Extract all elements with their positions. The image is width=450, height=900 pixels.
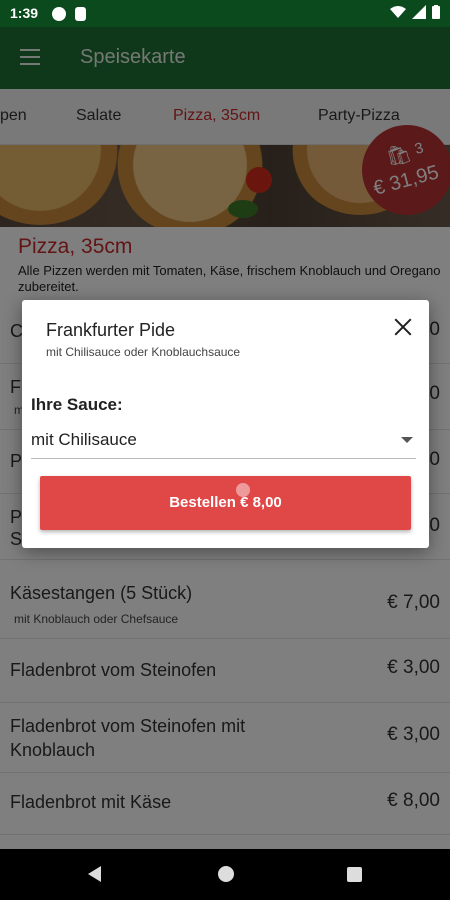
signal-icon (412, 5, 426, 19)
product-options-dialog: Frankfurter Pide mit Chilisauce oder Kno… (22, 300, 429, 548)
sauce-select[interactable]: mit Chilisauce (31, 426, 416, 459)
close-icon[interactable] (392, 316, 414, 338)
dialog-title: Frankfurter Pide (46, 320, 176, 340)
sauce-selected-value: mit Chilisauce (31, 430, 137, 449)
back-icon[interactable] (88, 866, 101, 882)
notification-icon (52, 7, 66, 21)
home-icon[interactable] (218, 866, 234, 882)
wifi-icon (390, 6, 406, 18)
touch-ripple (236, 483, 250, 497)
status-time: 1:39 (10, 5, 39, 21)
sauce-label: Ihre Sauce: (31, 395, 123, 414)
order-button[interactable]: Bestellen € 8,00 (40, 476, 411, 530)
recents-icon[interactable] (347, 867, 362, 882)
dialog-subtitle: mit Chilisauce oder Knoblauchsauce (46, 345, 241, 359)
sim-card-icon (75, 7, 86, 21)
battery-icon (432, 5, 440, 19)
system-nav-bar (0, 849, 450, 900)
status-bar: 1:39 (0, 0, 450, 27)
dropdown-arrow-icon (401, 437, 413, 443)
